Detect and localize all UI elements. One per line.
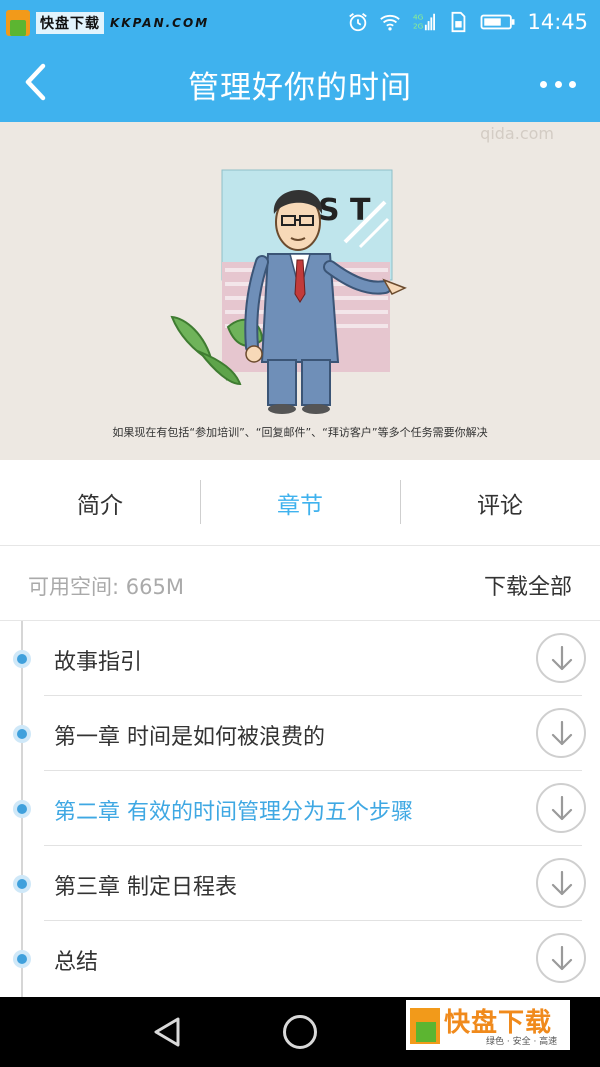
tab-comments[interactable]: 评论 — [400, 460, 600, 545]
svg-text:2G: 2G — [413, 21, 424, 30]
signal-icon: 4G2G — [413, 12, 436, 30]
page-title: 管理好你的时间 — [188, 70, 412, 106]
svg-text:4G: 4G — [413, 12, 424, 21]
sign-text: S T — [318, 193, 371, 228]
sim-icon — [452, 11, 466, 33]
chapter-item[interactable]: 第三章 制定日程表 — [0, 846, 600, 921]
chapter-item[interactable]: 故事指引 — [0, 621, 600, 696]
chapter-title: 第一章 时间是如何被浪费的 — [54, 725, 325, 750]
chapter-title: 第三章 制定日程表 — [54, 875, 237, 900]
download-icon[interactable] — [536, 633, 586, 683]
businessman-illustration: S T — [170, 169, 407, 414]
clock-time: 14:45 — [527, 10, 588, 34]
download-all-button[interactable]: 下载全部 — [484, 569, 572, 601]
wifi-icon — [380, 14, 401, 31]
timeline-dot-icon — [13, 800, 31, 818]
watermark-bottom-sub: 绿色 · 安全 · 高速 — [486, 1037, 558, 1047]
watermark-bottom: 快盘下载 绿色 · 安全 · 高速 — [406, 1000, 570, 1050]
available-space-label: 可用空间: 665M — [28, 575, 184, 599]
banner-caption: 如果现在有包括“参加培训”、“回复邮件”、“拜访客户”等多个任务需要你解决 — [112, 426, 488, 439]
nav-home-icon[interactable] — [283, 1015, 317, 1049]
download-icon[interactable] — [536, 783, 586, 833]
chapter-title: 故事指引 — [54, 650, 143, 675]
tab-intro[interactable]: 简介 — [0, 460, 200, 545]
chapter-title: 第二章 有效的时间管理分为五个步骤 — [54, 800, 413, 825]
chapter-item[interactable]: 总结 — [0, 921, 600, 996]
chapter-item[interactable]: 第一章 时间是如何被浪费的 — [0, 696, 600, 771]
app-screen: 快盘下载 KKPAN.COM 4G 2G 14:45 管理好你的时间 qida.c… — [0, 0, 600, 1067]
tab-chapters[interactable]: 章节 — [200, 460, 400, 545]
watermark-text: 快盘下载 — [36, 12, 104, 34]
nav-back-icon[interactable] — [152, 1016, 182, 1048]
download-icon[interactable] — [536, 933, 586, 983]
battery-icon — [481, 14, 515, 30]
status-bar: 快盘下载 KKPAN.COM 4G 2G 14:45 — [0, 0, 600, 44]
watermark-logo-icon — [6, 10, 30, 36]
chapter-list: 故事指引 第一章 时间是如何被浪费的 第二章 有效的时间管理分为五个步骤 第三章… — [0, 621, 600, 997]
download-icon[interactable] — [536, 708, 586, 758]
timeline-dot-icon — [13, 650, 31, 668]
app-header: 管理好你的时间 — [0, 44, 600, 122]
download-icon[interactable] — [536, 858, 586, 908]
timeline-dot-icon — [13, 950, 31, 968]
more-dots-icon[interactable] — [540, 70, 576, 98]
timeline-dot-icon — [13, 725, 31, 743]
status-icons: 4G 2G 14:45 — [347, 6, 588, 38]
watermark-logo-icon — [410, 1008, 440, 1044]
alarm-icon — [349, 13, 368, 32]
timeline-dot-icon — [13, 875, 31, 893]
system-nav-bar: 快盘下载 绿色 · 安全 · 高速 — [0, 997, 600, 1067]
watermark-url: KKPAN.COM — [110, 16, 210, 30]
storage-row: 可用空间: 665M 下载全部 — [0, 547, 600, 621]
watermark-top: 快盘下载 KKPAN.COM — [6, 8, 209, 38]
tab-bar: 简介 章节 评论 — [0, 460, 600, 546]
chapter-item-current[interactable]: 第二章 有效的时间管理分为五个步骤 — [0, 771, 600, 846]
chapter-title: 总结 — [54, 950, 99, 975]
course-banner: qida.com S T 如果现在有包括“参加培训”、“回复邮件”、“拜访客户”… — [0, 122, 600, 460]
